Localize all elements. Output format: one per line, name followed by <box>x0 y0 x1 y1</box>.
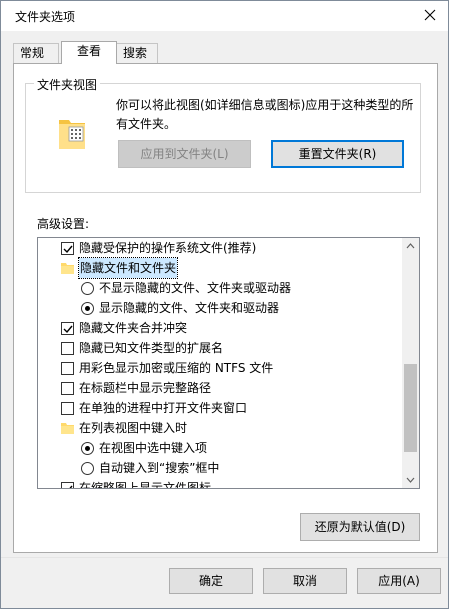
radio-dot <box>85 306 90 311</box>
cancel-button[interactable]: 取消 <box>263 568 347 594</box>
tree-item-label: 不显示隐藏的文件、文件夹或驱动器 <box>99 281 292 295</box>
tree-item-separate-process[interactable]: 在单独的进程中打开文件夹窗口 <box>38 398 403 418</box>
radio-dot <box>85 446 90 451</box>
tree-item-label: 隐藏文件夹合并冲突 <box>79 321 188 335</box>
checkbox[interactable] <box>61 362 74 375</box>
tab-general[interactable]: 常规 <box>13 43 59 63</box>
window-title: 文件夹选项 <box>15 10 76 24</box>
tree-item-full-path-titlebar[interactable]: 在标题栏中显示完整路径 <box>38 378 403 398</box>
apply-to-folders-button[interactable]: 应用到文件夹(L) <box>118 140 251 168</box>
tree-item-label: 用彩色显示加密或压缩的 NTFS 文件 <box>79 361 274 375</box>
folder-icon <box>61 423 74 434</box>
checkmark-icon <box>69 485 73 488</box>
tree-item-label: 在标题栏中显示完整路径 <box>79 381 212 395</box>
checkbox[interactable] <box>61 322 74 335</box>
tree-item-label: 显示隐藏的文件、文件夹和驱动器 <box>99 301 280 315</box>
radio-button[interactable] <box>81 282 94 295</box>
folder-views-group: 文件夹视图 你可以将此视图(如详细信息或图标)应用于这种类型的所有文件夹。 应用… <box>25 76 421 193</box>
tree-item-label: 隐藏已知文件类型的扩展名 <box>79 341 224 355</box>
tree-item-hide-extensions[interactable]: 隐藏已知文件类型的扩展名 <box>38 338 403 358</box>
advanced-settings-label: 高级设置: <box>37 217 90 231</box>
tree-item-hide-folder-merge-conflicts[interactable]: 隐藏文件夹合并冲突 <box>38 318 403 338</box>
checkmark-icon <box>63 325 73 334</box>
ok-button[interactable]: 确定 <box>169 568 253 594</box>
chevron-down-icon <box>406 477 415 483</box>
tab-view[interactable]: 查看 <box>61 41 117 64</box>
folder-views-description: 你可以将此视图(如详细信息或图标)应用于这种类型的所有文件夹。 <box>116 98 414 131</box>
checkbox[interactable] <box>61 482 74 488</box>
tree-item-label: 隐藏文件和文件夹 <box>77 257 179 279</box>
checkbox[interactable] <box>61 342 74 355</box>
folder-views-legend: 文件夹视图 <box>34 76 101 93</box>
tree-item-label: 在缩略图上显示文件图标 <box>79 481 212 489</box>
folder-icon <box>61 263 74 274</box>
apply-button[interactable]: 应用(A) <box>357 568 441 594</box>
checkbox[interactable] <box>61 402 74 415</box>
advanced-settings-tree[interactable]: 隐藏受保护的操作系统文件(推荐) 隐藏文件和文件夹 不显示隐藏的文件、文件夹或驱… <box>37 237 420 489</box>
tree-item-label: 在列表视图中键入时 <box>79 421 188 435</box>
checkbox[interactable] <box>61 382 74 395</box>
checkbox[interactable] <box>61 242 74 255</box>
checkmark-icon <box>63 245 73 254</box>
tree-item-label: 在单独的进程中打开文件夹窗口 <box>79 401 248 415</box>
tree-item-hidden-files-and-folders[interactable]: 隐藏文件和文件夹 <box>38 257 403 279</box>
scrollbar-thumb[interactable] <box>404 364 417 452</box>
close-button[interactable] <box>412 1 448 31</box>
tree-item-file-icon-on-thumbnails[interactable]: 在缩略图上显示文件图标 <box>38 478 403 489</box>
tree-item-select-typed-item[interactable]: 在视图中选中键入项 <box>38 438 403 458</box>
tree-item-label: 在视图中选中键入项 <box>99 441 208 455</box>
radio-button[interactable] <box>81 462 94 475</box>
tree-item-hide-protected-os-files[interactable]: 隐藏受保护的操作系统文件(推荐) <box>38 238 403 258</box>
reset-folders-button[interactable]: 重置文件夹(R) <box>271 140 404 168</box>
tree-item-show-hidden[interactable]: 显示隐藏的文件、文件夹和驱动器 <box>38 298 403 318</box>
tree-item-color-ntfs[interactable]: 用彩色显示加密或压缩的 NTFS 文件 <box>38 358 403 378</box>
tree-item-type-into-search[interactable]: 自动键入到“搜索”框中 <box>38 458 403 478</box>
vertical-scrollbar[interactable] <box>402 238 419 488</box>
title-bar: 文件夹选项 <box>1 1 448 31</box>
scroll-up-button[interactable] <box>402 238 419 255</box>
tree-item-label: 隐藏受保护的操作系统文件(推荐) <box>79 241 257 255</box>
restore-defaults-button[interactable]: 还原为默认值(D) <box>300 513 420 541</box>
chevron-up-icon <box>406 243 415 249</box>
folder-view-icon <box>59 120 85 149</box>
scroll-down-button[interactable] <box>402 471 419 488</box>
tree-item-typing-in-list-view[interactable]: 在列表视图中键入时 <box>38 418 403 438</box>
tab-search[interactable]: 搜索 <box>116 43 158 63</box>
radio-button[interactable] <box>81 442 94 455</box>
radio-button[interactable] <box>81 302 94 315</box>
tree-item-label: 自动键入到“搜索”框中 <box>99 461 220 475</box>
folder-options-dialog: 文件夹选项 常规 查看 搜索 文件夹视图 你可以将此视图(如详细信息或图标)应用… <box>0 0 449 609</box>
footer-divider <box>1 557 448 558</box>
close-icon <box>424 9 436 21</box>
tree-item-dont-show-hidden[interactable]: 不显示隐藏的文件、文件夹或驱动器 <box>38 278 403 298</box>
